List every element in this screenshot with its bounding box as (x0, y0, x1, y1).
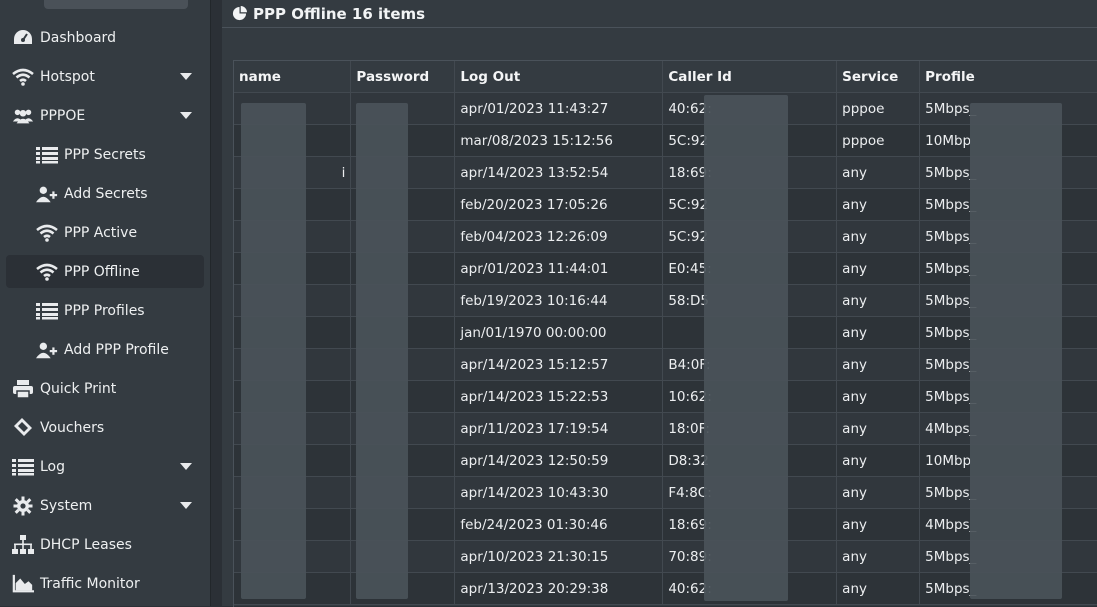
sidebar-item-label: Dashboard (40, 29, 116, 46)
sidebar-item-ppp-profiles[interactable]: PPP Profiles (6, 294, 204, 327)
sidebar-item-label: PPPOE (40, 107, 86, 124)
cell-log-out: jan/01/1970 00:00:00 (454, 316, 664, 349)
brand-logo (44, 0, 188, 9)
cell-service: any (836, 444, 921, 477)
sidebar: Dashboard Hotspot PPPOE PPP Secrets Add Secr… (0, 0, 211, 606)
sidebar-item-pppoe[interactable]: PPPOE (6, 99, 204, 132)
redacted-profile-column (970, 103, 1062, 599)
column-header-log-out[interactable]: Log Out (454, 61, 664, 93)
cell-log-out: apr/11/2023 17:19:54 (454, 412, 664, 445)
cell-service: any (836, 188, 921, 221)
sidebar-item-dhcp-leases[interactable]: DHCP Leases (6, 528, 204, 561)
chevron-down-icon[interactable] (180, 463, 192, 470)
sidebar-item-label: Add Secrets (64, 185, 148, 202)
sidebar-item-label: DHCP Leases (40, 536, 132, 553)
sidebar-item-dashboard[interactable]: Dashboard (6, 21, 204, 54)
list-icon (12, 456, 34, 478)
sidebar-item-ppp-active[interactable]: PPP Active (6, 216, 204, 249)
list-icon (36, 300, 58, 322)
cell-service: pppoe (836, 124, 921, 157)
cell-log-out: apr/01/2023 11:43:27 (454, 92, 664, 125)
cell-log-out: apr/14/2023 12:50:59 (454, 444, 664, 477)
user-plus-icon (36, 183, 58, 205)
cell-log-out: apr/01/2023 11:44:01 (454, 252, 664, 285)
sidebar-item-system[interactable]: System (6, 489, 204, 522)
sidebar-item-quick-print[interactable]: Quick Print (6, 372, 204, 405)
cell-log-out: feb/20/2023 17:05:26 (454, 188, 664, 221)
pie-chart-icon (232, 6, 247, 21)
table-header-row: name Password Log Out Caller Id Service … (234, 61, 1097, 93)
cell-service: any (836, 540, 921, 573)
chevron-down-icon[interactable] (180, 502, 192, 509)
cell-log-out: apr/14/2023 10:43:30 (454, 476, 664, 509)
sidebar-item-add-ppp-profile[interactable]: Add PPP Profile (6, 333, 204, 366)
sidebar-item-hotspot[interactable]: Hotspot (6, 60, 204, 93)
cell-log-out: feb/19/2023 10:16:44 (454, 284, 664, 317)
sidebar-item-label: PPP Secrets (64, 146, 146, 163)
list-icon (36, 144, 58, 166)
chevron-down-icon[interactable] (180, 73, 192, 80)
dashboard-icon (12, 27, 34, 49)
sidebar-item-label: PPP Profiles (64, 302, 145, 319)
column-header-profile[interactable]: Profile (919, 61, 1097, 93)
page-header: PPP Offline 16 items (222, 0, 1097, 28)
cell-service: any (836, 284, 921, 317)
cell-log-out: apr/10/2023 21:30:15 (454, 540, 664, 573)
cell-log-out: feb/04/2023 12:26:09 (454, 220, 664, 253)
area-chart-icon (12, 573, 34, 595)
sidebar-item-log[interactable]: Log (6, 450, 204, 483)
sitemap-icon (12, 534, 34, 556)
column-header-name[interactable]: name (234, 61, 352, 93)
users-icon (12, 105, 34, 127)
cell-service: any (836, 412, 921, 445)
column-header-caller-id[interactable]: Caller Id (662, 61, 838, 93)
cell-service: any (836, 572, 921, 605)
sidebar-item-label: Log (40, 458, 66, 475)
sidebar-item-label: Hotspot (40, 68, 95, 85)
wifi-icon (36, 222, 58, 244)
redacted-caller-id-column (704, 95, 788, 601)
cell-log-out: apr/14/2023 15:12:57 (454, 348, 664, 381)
sidebar-item-label: PPP Active (64, 224, 138, 241)
sidebar-item-label: Add PPP Profile (64, 341, 169, 358)
printer-icon (12, 378, 34, 400)
cell-log-out: apr/13/2023 20:29:38 (454, 572, 664, 605)
cell-service: pppoe (836, 92, 921, 125)
sidebar-item-label: Vouchers (40, 419, 105, 436)
cell-service: any (836, 156, 921, 189)
sidebar-item-add-secrets[interactable]: Add Secrets (6, 177, 204, 210)
gear-icon (12, 495, 34, 517)
cell-service: any (836, 380, 921, 413)
sidebar-item-label: System (40, 497, 93, 514)
chevron-down-icon[interactable] (180, 112, 192, 119)
user-plus-icon (36, 339, 58, 361)
cell-service: any (836, 252, 921, 285)
sidebar-item-label: Quick Print (40, 380, 117, 397)
cell-service: any (836, 348, 921, 381)
sidebar-item-ppp-secrets[interactable]: PPP Secrets (6, 138, 204, 171)
sidebar-item-label: PPP Offline (64, 263, 140, 280)
wifi-icon (36, 261, 58, 283)
redacted-password-column (356, 103, 408, 599)
ppp-offline-table-container: name Password Log Out Caller Id Service … (233, 60, 1097, 607)
cell-service: any (836, 316, 921, 349)
sidebar-item-label: Traffic Monitor (40, 575, 140, 592)
cell-service: any (836, 508, 921, 541)
redacted-name-column (241, 103, 306, 599)
cell-service: any (836, 476, 921, 509)
cell-log-out: apr/14/2023 13:52:54 (454, 156, 664, 189)
column-header-service[interactable]: Service (836, 61, 921, 93)
cell-service: any (836, 220, 921, 253)
cell-log-out: feb/24/2023 01:30:46 (454, 508, 664, 541)
column-header-password[interactable]: Password (350, 61, 456, 93)
ticket-icon (12, 417, 34, 439)
cell-log-out: apr/14/2023 15:22:53 (454, 380, 664, 413)
page-title: PPP Offline 16 items (253, 4, 426, 23)
sidebar-item-vouchers[interactable]: Vouchers (6, 411, 204, 444)
wifi-icon (12, 66, 34, 88)
sidebar-item-ppp-offline[interactable]: PPP Offline (6, 255, 204, 288)
cell-log-out: mar/08/2023 15:12:56 (454, 124, 664, 157)
sidebar-item-traffic-monitor[interactable]: Traffic Monitor (6, 567, 204, 600)
